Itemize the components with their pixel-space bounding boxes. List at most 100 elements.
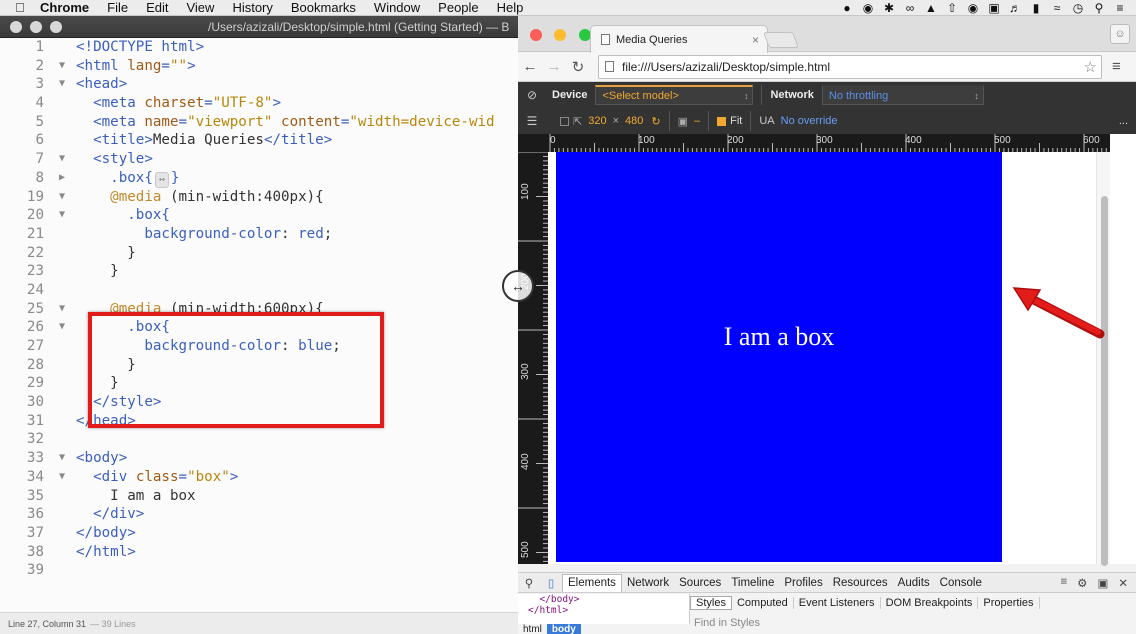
fold-toggle-icon[interactable] xyxy=(48,225,76,244)
tab-console[interactable]: Console xyxy=(935,577,987,589)
volume-icon[interactable]: ♬ xyxy=(1009,1,1021,15)
reload-icon[interactable]: ↻ xyxy=(566,58,590,76)
code-line[interactable]: 19 ▼ @media (min-width:400px){ xyxy=(0,188,518,207)
code-line[interactable]: 21 background-color: red; xyxy=(0,225,518,244)
tab-audits[interactable]: Audits xyxy=(893,577,935,589)
close-icon[interactable]: ✕ xyxy=(1118,576,1128,590)
fold-toggle-icon[interactable] xyxy=(48,412,76,431)
code-line[interactable]: 23 } xyxy=(0,262,518,281)
close-tab-icon[interactable]: × xyxy=(752,33,759,47)
menu-edit[interactable]: Edit xyxy=(146,0,168,15)
code-line[interactable]: 20 ▼ .box{ xyxy=(0,206,518,225)
fold-toggle-icon[interactable] xyxy=(48,244,76,263)
bookmark-star-icon[interactable]: ☆ xyxy=(1084,58,1097,76)
fold-toggle-icon[interactable] xyxy=(48,524,76,543)
fold-toggle-icon[interactable] xyxy=(48,131,76,150)
code-line[interactable]: 37 </body> xyxy=(0,524,518,543)
resolution-checkbox[interactable] xyxy=(560,116,569,126)
fold-toggle-icon[interactable] xyxy=(48,505,76,524)
dom-line[interactable]: </html> xyxy=(528,605,689,616)
chrome-menu-icon[interactable]: ≡ xyxy=(1112,58,1121,75)
media-queries-icon[interactable]: ☰ xyxy=(518,114,546,128)
tab-sources[interactable]: Sources xyxy=(674,577,726,589)
tab-resources[interactable]: Resources xyxy=(828,577,893,589)
height-field[interactable]: 480 xyxy=(625,115,643,127)
bell-icon[interactable]: ▲ xyxy=(925,1,937,15)
code-line[interactable]: 5 <meta name="viewport" content="width=d… xyxy=(0,113,518,132)
close-window-icon[interactable] xyxy=(530,29,542,41)
minimize-window-icon[interactable] xyxy=(554,29,567,41)
wifi-icon[interactable]: ≈ xyxy=(1051,1,1063,15)
code-line[interactable]: 1 <!DOCTYPE html> xyxy=(0,38,518,57)
fold-toggle-icon[interactable] xyxy=(48,38,76,57)
device-mode-icon[interactable]: ▯ xyxy=(540,576,562,590)
menu-help[interactable]: Help xyxy=(497,0,524,15)
fold-toggle-icon[interactable] xyxy=(48,561,76,580)
swap-dimensions-icon[interactable]: ↻ xyxy=(651,115,660,128)
menu-history[interactable]: History xyxy=(232,0,272,15)
upload-icon[interactable]: ⇧ xyxy=(946,1,958,15)
menu-app-name[interactable]: Chrome xyxy=(40,0,89,15)
crumb-html[interactable]: html xyxy=(518,624,547,634)
fit-checkbox[interactable] xyxy=(717,116,727,126)
fold-toggle-icon[interactable]: ▼ xyxy=(48,57,76,76)
device-select[interactable]: <Select model> ↕ xyxy=(595,85,754,105)
menu-bookmarks[interactable]: Bookmarks xyxy=(291,0,356,15)
disable-emulation-icon[interactable]: ⊘ xyxy=(518,88,546,102)
tab-styles[interactable]: Styles xyxy=(690,596,732,610)
creative-cloud-icon[interactable]: ∞ xyxy=(904,1,916,15)
tab-elements[interactable]: Elements xyxy=(562,573,622,592)
more-options-icon[interactable]: ... xyxy=(1119,115,1128,127)
fold-toggle-icon[interactable]: ▼ xyxy=(48,188,76,207)
back-icon[interactable]: ← xyxy=(518,58,542,75)
fold-toggle-icon[interactable] xyxy=(48,113,76,132)
tag-icon[interactable]: ◉ xyxy=(862,1,874,15)
fold-toggle-icon[interactable]: ▼ xyxy=(48,468,76,487)
tab-event-listeners[interactable]: Event Listeners xyxy=(794,597,881,609)
zoom-window-icon[interactable] xyxy=(50,20,62,33)
vertical-scrollbar[interactable] xyxy=(1096,152,1110,566)
code-line[interactable]: 22 } xyxy=(0,244,518,263)
fold-toggle-icon[interactable]: ▶ xyxy=(48,169,76,188)
fold-toggle-icon[interactable] xyxy=(48,262,76,281)
record-icon[interactable]: ◉ xyxy=(967,1,979,15)
tab-properties[interactable]: Properties xyxy=(978,597,1040,609)
code-line[interactable]: 38 </html> xyxy=(0,543,518,562)
tab-network[interactable]: Network xyxy=(622,577,674,589)
menu-window[interactable]: Window xyxy=(374,0,420,15)
find-in-styles-input[interactable]: Find in Styles xyxy=(690,612,1136,629)
code-line[interactable]: 35 I am a box xyxy=(0,487,518,506)
address-bar[interactable]: file:///Users/azizali/Desktop/simple.htm… xyxy=(598,54,1102,79)
code-line[interactable]: 3 ▼ <head> xyxy=(0,75,518,94)
battery-icon[interactable]: ▮ xyxy=(1030,1,1042,15)
fold-toggle-icon[interactable] xyxy=(48,487,76,506)
apple-icon[interactable]:  xyxy=(0,0,40,15)
code-line[interactable]: 8 ▶ .box{↔} xyxy=(0,169,518,188)
fold-toggle-icon[interactable] xyxy=(48,281,76,300)
profile-icon[interactable]: ☺ xyxy=(1110,24,1130,44)
dom-tree[interactable]: </body> </html> xyxy=(518,594,690,624)
forward-icon[interactable]: → xyxy=(542,58,566,75)
code-line[interactable]: 4 <meta charset="UTF-8"> xyxy=(0,94,518,113)
network-select[interactable]: No throttling ↕ xyxy=(821,85,984,105)
code-line[interactable]: 2 ▼ <html lang=""> xyxy=(0,57,518,76)
code-line[interactable]: 7 ▼ <style> xyxy=(0,150,518,169)
collapsed-region-icon[interactable]: ↔ xyxy=(154,171,169,188)
fold-toggle-icon[interactable]: ▼ xyxy=(48,318,76,337)
menu-people[interactable]: People xyxy=(438,0,478,15)
code-line[interactable]: 36 </div> xyxy=(0,505,518,524)
width-field[interactable]: 320 xyxy=(588,115,606,127)
inspect-element-icon[interactable]: ⚲ xyxy=(518,576,540,590)
scrollbar-thumb[interactable] xyxy=(1101,196,1108,566)
close-window-icon[interactable] xyxy=(10,20,22,33)
fold-toggle-icon[interactable] xyxy=(48,337,76,356)
tab-timeline[interactable]: Timeline xyxy=(726,577,779,589)
tab-media-queries[interactable]: Media Queries × xyxy=(590,25,768,53)
fold-toggle-icon[interactable] xyxy=(48,356,76,375)
menu-file[interactable]: File xyxy=(107,0,128,15)
code-line[interactable]: 33 ▼ <body> xyxy=(0,449,518,468)
gear-icon[interactable]: ⚙ xyxy=(1077,576,1087,590)
code-line[interactable]: 32 xyxy=(0,430,518,449)
code-line[interactable]: 39 xyxy=(0,561,518,580)
fold-toggle-icon[interactable] xyxy=(48,543,76,562)
